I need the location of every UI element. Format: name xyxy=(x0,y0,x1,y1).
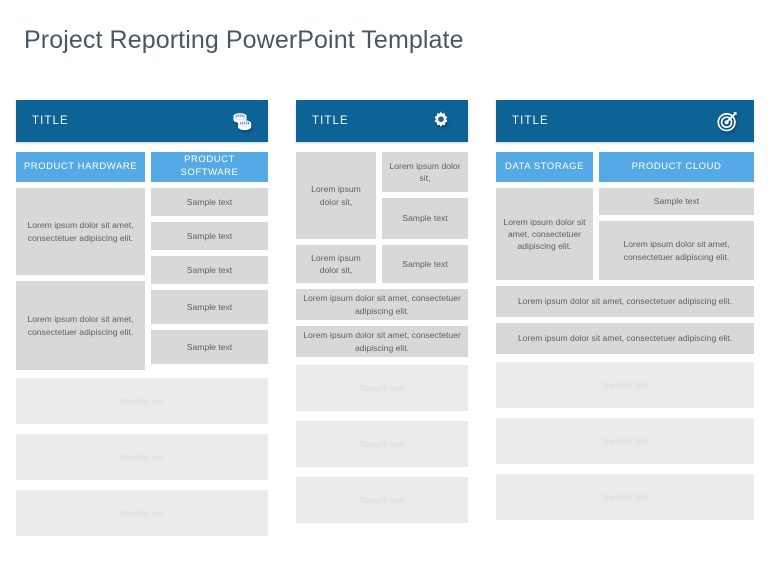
cell[interactable]: Sample text xyxy=(382,245,468,283)
column-3-grid: DATA STORAGE Lorem ipsum dolor sit amet,… xyxy=(496,152,754,280)
target-arrow-icon xyxy=(714,108,740,134)
faded-placeholder-row[interactable]: Sample text xyxy=(496,474,754,520)
column-2-subcolumn-right: Lorem ipsum dolor sit, Sample text Sampl… xyxy=(382,152,468,283)
subheader-data-storage[interactable]: DATA STORAGE xyxy=(496,152,593,182)
column-2-grid: Lorem ipsum dolor sit, Lorem ipsum dolor… xyxy=(296,152,468,283)
subheader-product-software[interactable]: PRODUCT SOFTWARE xyxy=(151,152,268,182)
cell[interactable]: Lorem ipsum dolor sit amet, consectetuer… xyxy=(296,289,468,320)
column-1-subcolumn-hardware: PRODUCT HARDWARE Lorem ipsum dolor sit a… xyxy=(16,152,145,370)
faded-placeholder-row[interactable]: Sample text xyxy=(496,418,754,464)
column-3-subcolumn-cloud: PRODUCT CLOUD Sample text Lorem ipsum do… xyxy=(599,152,754,280)
column-2-wide-cells: Lorem ipsum dolor sit amet, consectetuer… xyxy=(296,289,468,357)
faded-placeholder-row[interactable]: Sample text xyxy=(296,365,468,411)
column-3-title-label: TITLE xyxy=(512,115,549,127)
faded-placeholder-row[interactable]: Sample text xyxy=(496,362,754,408)
column-3: TITLE DATA STORAGE Lorem ipsum dolor sit… xyxy=(496,100,754,520)
column-3-wide-cells: Lorem ipsum dolor sit amet, consectetuer… xyxy=(496,286,754,354)
faded-placeholder-row[interactable]: Sample text xyxy=(16,490,268,536)
column-1: TITLE PRODUCT HARDWARE Lorem ipsum dolor… xyxy=(16,100,268,536)
subheader-product-cloud[interactable]: PRODUCT CLOUD xyxy=(599,152,754,182)
column-2-title-label: TITLE xyxy=(312,115,349,127)
column-3-faded-rows: Sample text Sample text Sample text xyxy=(496,362,754,520)
column-3-subcolumn-storage: DATA STORAGE Lorem ipsum dolor sit amet,… xyxy=(496,152,593,280)
cell[interactable]: Lorem ipsum dolor sit, xyxy=(382,152,468,192)
column-2-subcolumn-left: Lorem ipsum dolor sit, Lorem ipsum dolor… xyxy=(296,152,376,283)
page-title: Project Reporting PowerPoint Template xyxy=(24,26,464,54)
column-1-title-bar[interactable]: TITLE xyxy=(16,100,268,142)
cell[interactable]: Lorem ipsum dolor sit amet, consectetuer… xyxy=(599,221,754,280)
column-1-subcolumn-software: PRODUCT SOFTWARE Sample text Sample text… xyxy=(151,152,268,370)
columns-container: TITLE PRODUCT HARDWARE Lorem ipsum dolor… xyxy=(0,100,768,550)
column-2-faded-rows: Sample text Sample text Sample text xyxy=(296,365,468,523)
cell[interactable]: Lorem ipsum dolor sit, xyxy=(296,152,376,239)
column-1-grid: PRODUCT HARDWARE Lorem ipsum dolor sit a… xyxy=(16,152,268,370)
cell[interactable]: Lorem ipsum dolor sit, xyxy=(296,245,376,283)
subheader-product-hardware[interactable]: PRODUCT HARDWARE xyxy=(16,152,145,182)
cell[interactable]: Lorem ipsum dolor sit amet, consectetuer… xyxy=(496,188,593,280)
column-1-faded-rows: Sample text Sample text Sample text xyxy=(16,378,268,536)
faded-placeholder-row[interactable]: Sample text xyxy=(16,434,268,480)
faded-placeholder-row[interactable]: Sample text xyxy=(16,378,268,424)
coins-stack-icon xyxy=(228,108,254,134)
cell[interactable]: Lorem ipsum dolor sit amet, consectetuer… xyxy=(296,326,468,357)
faded-placeholder-row[interactable]: Sample text xyxy=(296,421,468,467)
cell[interactable]: Lorem ipsum dolor sit amet, consectetuer… xyxy=(496,323,754,354)
cell[interactable]: Sample text xyxy=(382,198,468,239)
cell[interactable]: Lorem ipsum dolor sit amet, consectetuer… xyxy=(496,286,754,317)
column-3-title-bar[interactable]: TITLE xyxy=(496,100,754,142)
cell[interactable]: Sample text xyxy=(151,330,268,364)
cell[interactable]: Sample text xyxy=(151,290,268,324)
column-2: TITLE Lorem ipsum dolor sit, Lorem ipsum… xyxy=(296,100,468,523)
cell[interactable]: Sample text xyxy=(151,222,268,250)
cell[interactable]: Lorem ipsum dolor sit amet, consectetuer… xyxy=(16,281,145,370)
column-1-title-label: TITLE xyxy=(32,115,69,127)
faded-placeholder-row[interactable]: Sample text xyxy=(296,477,468,523)
gear-icon xyxy=(428,108,454,134)
cell[interactable]: Sample text xyxy=(151,188,268,216)
cell[interactable]: Sample text xyxy=(151,256,268,284)
cell[interactable]: Sample text xyxy=(599,188,754,215)
column-2-title-bar[interactable]: TITLE xyxy=(296,100,468,142)
cell[interactable]: Lorem ipsum dolor sit amet, consectetuer… xyxy=(16,188,145,275)
